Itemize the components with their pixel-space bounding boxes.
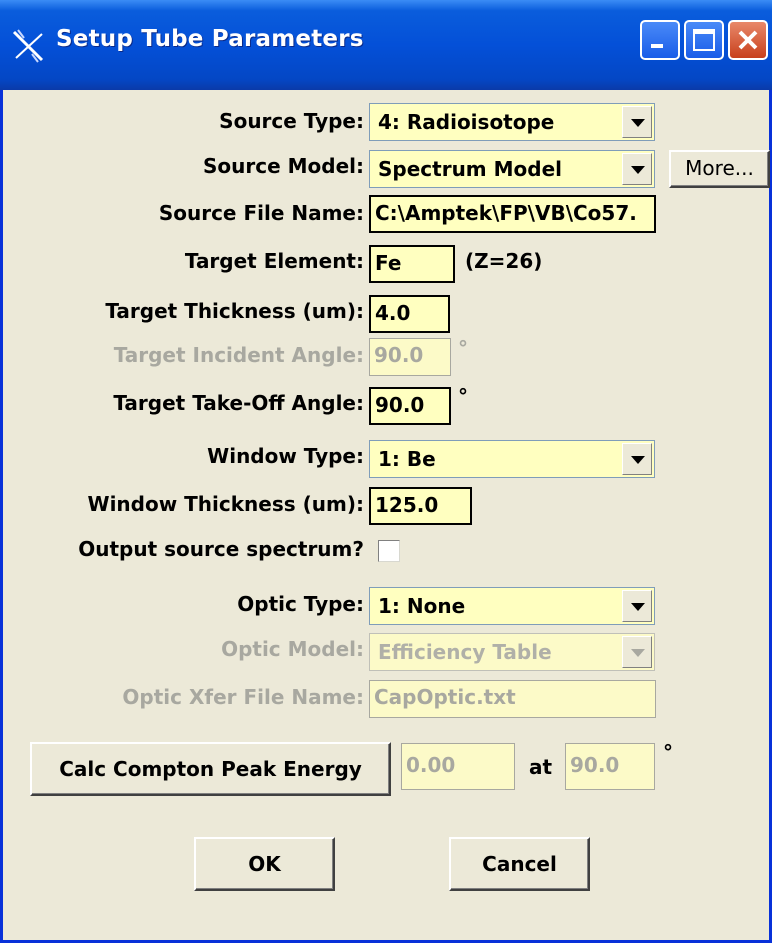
maximize-button[interactable] — [684, 20, 724, 60]
ok-button[interactable]: OK — [194, 837, 335, 891]
degree-unit: ° — [663, 740, 673, 764]
chevron-down-icon[interactable] — [622, 443, 652, 475]
close-button[interactable] — [728, 20, 768, 60]
optic-type-label: Optic Type: — [237, 592, 364, 616]
at-label: at — [529, 755, 553, 779]
target-takeoff-angle-input[interactable]: 90.0 — [369, 387, 451, 425]
source-file-name-label: Source File Name: — [158, 201, 364, 225]
output-spectrum-label: Output source spectrum? — [78, 537, 364, 561]
target-element-input[interactable]: Fe — [369, 245, 455, 283]
optic-type-value: 1: None — [378, 594, 466, 618]
target-takeoff-angle-label: Target Take-Off Angle: — [113, 391, 364, 415]
target-incident-angle-input: 90.0 — [369, 338, 451, 376]
atomic-number-text: (Z=26) — [465, 249, 543, 273]
window-type-value: 1: Be — [378, 447, 436, 471]
source-type-select[interactable]: 4: Radioisotope — [369, 103, 655, 141]
target-thickness-input[interactable]: 4.0 — [369, 295, 450, 333]
target-thickness-label: Target Thickness (um): — [105, 299, 364, 323]
output-spectrum-checkbox[interactable] — [378, 540, 400, 562]
window-type-label: Window Type: — [207, 444, 364, 468]
compton-angle-input: 90.0 — [565, 743, 655, 790]
window-thickness-input[interactable]: 125.0 — [369, 487, 472, 525]
source-model-label: Source Model: — [202, 154, 364, 178]
window-type-select[interactable]: 1: Be — [369, 440, 655, 478]
more-button[interactable]: More... — [669, 150, 770, 188]
optic-xfer-file-name-input: CapOptic.txt — [369, 680, 656, 718]
optic-model-value: Efficiency Table — [378, 640, 552, 664]
chevron-down-icon[interactable] — [622, 106, 652, 138]
x-ray-source-icon — [12, 29, 44, 63]
optic-xfer-file-name-label: Optic Xfer File Name: — [122, 685, 364, 709]
window-thickness-label: Window Thickness (um): — [87, 492, 364, 516]
chevron-down-icon — [622, 636, 652, 668]
compton-energy-output: 0.00 — [401, 743, 515, 790]
window-title: Setup Tube Parameters — [56, 26, 364, 52]
degree-unit: ° — [458, 384, 468, 408]
maximize-icon — [693, 29, 715, 51]
calc-compton-peak-energy-button[interactable]: Calc Compton Peak Energy — [30, 742, 391, 796]
minimize-button[interactable] — [640, 20, 680, 60]
target-element-label: Target Element: — [184, 249, 364, 273]
target-incident-angle-label: Target Incident Angle: — [113, 343, 364, 367]
title-bar[interactable]: Setup Tube Parameters — [0, 0, 772, 90]
cancel-button[interactable]: Cancel — [449, 837, 590, 891]
optic-model-label: Optic Model: — [221, 637, 364, 661]
chevron-down-icon[interactable] — [622, 590, 652, 622]
minimize-icon — [651, 44, 663, 48]
source-model-select[interactable]: Spectrum Model — [369, 150, 655, 188]
source-type-label: Source Type: — [219, 109, 364, 133]
chevron-down-icon[interactable] — [622, 153, 652, 185]
setup-tube-parameters-window: Setup Tube Parameters Source Type: 4: Ra… — [0, 0, 772, 943]
close-icon — [738, 30, 758, 50]
source-type-value: 4: Radioisotope — [378, 110, 555, 134]
source-model-value: Spectrum Model — [378, 157, 562, 181]
optic-type-select[interactable]: 1: None — [369, 587, 655, 625]
source-file-name-input[interactable]: C:\Amptek\FP\VB\Co57. — [369, 195, 656, 233]
degree-unit: ° — [458, 336, 468, 360]
optic-model-select: Efficiency Table — [369, 633, 655, 671]
